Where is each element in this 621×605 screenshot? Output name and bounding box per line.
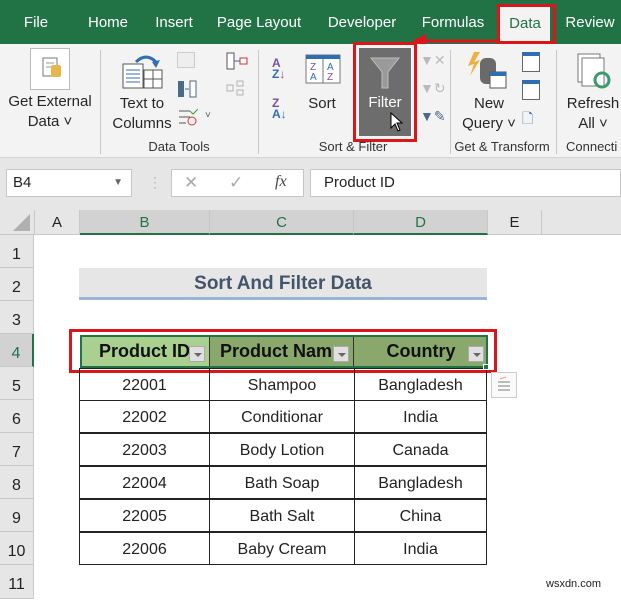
sort-a-to-z-icon[interactable]: A Z↓: [272, 57, 285, 80]
quick-analysis-icon[interactable]: [491, 372, 517, 398]
column-header-e[interactable]: E: [488, 210, 542, 235]
row-header-9[interactable]: 9: [0, 499, 34, 532]
cell-product-id[interactable]: 22002: [79, 400, 210, 433]
data-tools-group-label: Data Tools: [148, 139, 210, 154]
cell-product-name[interactable]: Body Lotion: [209, 433, 355, 466]
tab-review[interactable]: Review: [562, 0, 618, 44]
text-to-columns-button[interactable]: Text to Columns: [108, 94, 176, 134]
cancel-icon[interactable]: ✕: [184, 173, 198, 193]
data-validation-icon[interactable]: [178, 108, 199, 131]
tab-insert[interactable]: Insert: [148, 0, 200, 44]
header-row-highlight: [69, 329, 497, 373]
text-to-columns-icon[interactable]: [122, 54, 164, 95]
row-header-11[interactable]: 11: [0, 565, 34, 599]
row-header-5[interactable]: 5: [0, 367, 34, 400]
row-header-6[interactable]: 6: [0, 400, 34, 433]
get-transform-group-label: Get & Transform: [454, 139, 550, 154]
get-external-data-label-2: Data ˅: [27, 113, 73, 130]
cell-product-name[interactable]: Bath Salt: [209, 499, 355, 532]
svg-text:A: A: [310, 72, 317, 83]
advanced-filter-icon[interactable]: ▼✎: [420, 108, 446, 125]
sort-button[interactable]: Sort: [300, 94, 344, 114]
cell-product-id[interactable]: 22004: [79, 466, 210, 499]
insert-function-icon[interactable]: fx: [275, 173, 287, 191]
column-header-d[interactable]: D: [354, 210, 488, 235]
cell-country[interactable]: Bangladesh: [354, 368, 487, 401]
sort-icon[interactable]: ZAAZ: [305, 54, 341, 89]
group-separator: [556, 50, 557, 154]
cell-product-id[interactable]: 22006: [79, 532, 210, 565]
refresh-all-label: Refresh: [566, 95, 620, 112]
get-external-data-button[interactable]: Get External Data ˅: [4, 92, 96, 132]
connections-group-label: Connecti: [566, 139, 618, 154]
cell-country[interactable]: India: [354, 532, 487, 565]
clear-filter-icon[interactable]: ▼✕: [420, 52, 446, 69]
new-query-label: New: [473, 95, 504, 112]
remove-duplicates-icon[interactable]: [177, 80, 197, 103]
reapply-filter-icon[interactable]: ▼↻: [420, 80, 446, 97]
cell-product-name[interactable]: Conditionar: [209, 400, 355, 433]
cell-product-id[interactable]: 22001: [79, 368, 210, 401]
row-header-2[interactable]: 2: [0, 268, 34, 301]
watermark: wsxdn.com: [546, 578, 602, 590]
sheet-title-cell[interactable]: Sort And Filter Data: [79, 268, 487, 300]
row-header-4[interactable]: 4: [0, 334, 34, 367]
select-all-corner[interactable]: [0, 210, 35, 235]
row-header-8[interactable]: 8: [0, 466, 34, 499]
fill-handle[interactable]: [483, 364, 489, 370]
cell-product-name[interactable]: Baby Cream: [209, 532, 355, 565]
enter-icon[interactable]: ✓: [229, 173, 243, 193]
data-validation-dropdown-icon[interactable]: ˅: [205, 110, 211, 121]
cell-product-name[interactable]: Shampoo: [209, 368, 355, 401]
flash-fill-icon[interactable]: [177, 52, 195, 68]
ribbon: Get External Data ˅ Text to Columns ˅ Da…: [0, 42, 621, 158]
name-box[interactable]: B4 ▼: [6, 169, 132, 197]
name-box-value: B4: [13, 174, 32, 191]
new-query-button[interactable]: New Query ˅: [456, 94, 522, 134]
formula-bar-grip-icon: ⋮: [148, 174, 162, 190]
svg-text:Z: Z: [327, 72, 333, 83]
filter-highlight: [353, 42, 417, 142]
name-box-dropdown-icon[interactable]: ▼: [113, 170, 123, 196]
column-header-b[interactable]: B: [80, 210, 210, 235]
tab-home[interactable]: Home: [80, 0, 136, 44]
cell-product-id[interactable]: 22003: [79, 433, 210, 466]
formula-bar: B4 ▼ ⋮ ✕ ✓ fx Product ID: [0, 158, 621, 210]
cell-country[interactable]: India: [354, 400, 487, 433]
cell-product-id[interactable]: 22005: [79, 499, 210, 532]
text-to-columns-label: Text to: [119, 95, 165, 112]
get-external-data-label: Get External: [8, 93, 92, 110]
tab-page-layout[interactable]: Page Layout: [212, 0, 306, 44]
cell-country[interactable]: Bangladesh: [354, 466, 487, 499]
consolidate-icon[interactable]: [226, 52, 248, 75]
column-header-f[interactable]: [542, 210, 621, 235]
row-header-7[interactable]: 7: [0, 433, 34, 466]
new-query-icon[interactable]: [466, 50, 508, 97]
tab-file[interactable]: File: [12, 0, 60, 44]
column-header-c[interactable]: C: [210, 210, 354, 235]
cell-country[interactable]: China: [354, 499, 487, 532]
sort-z-to-a-icon[interactable]: Z A↓: [272, 97, 287, 120]
cell-product-name[interactable]: Bath Soap: [209, 466, 355, 499]
row-header-3[interactable]: 3: [0, 301, 34, 334]
refresh-all-label-2: All ˅: [578, 115, 608, 132]
get-external-data-icon[interactable]: [30, 48, 70, 90]
refresh-all-button[interactable]: Refresh All ˅: [562, 94, 621, 134]
tab-developer[interactable]: Developer: [320, 0, 404, 44]
refresh-all-icon[interactable]: [576, 52, 612, 95]
sort-filter-group-label: Sort & Filter: [318, 139, 388, 154]
show-queries-icon[interactable]: [522, 52, 540, 72]
column-header-a[interactable]: A: [35, 210, 80, 235]
from-table-icon[interactable]: [522, 80, 540, 100]
row-header-1[interactable]: 1: [0, 235, 34, 268]
formula-input[interactable]: Product ID: [310, 169, 621, 197]
text-to-columns-label-2: Columns: [112, 115, 172, 132]
relationships-icon[interactable]: [226, 80, 244, 96]
data-tab-highlight: [497, 4, 556, 44]
recent-sources-icon[interactable]: 🗋: [522, 108, 533, 132]
cell-country[interactable]: Canada: [354, 433, 487, 466]
new-query-label-2: Query ˅: [462, 115, 516, 132]
row-header-10[interactable]: 10: [0, 532, 34, 565]
formula-controls: ✕ ✓ fx: [171, 169, 304, 197]
